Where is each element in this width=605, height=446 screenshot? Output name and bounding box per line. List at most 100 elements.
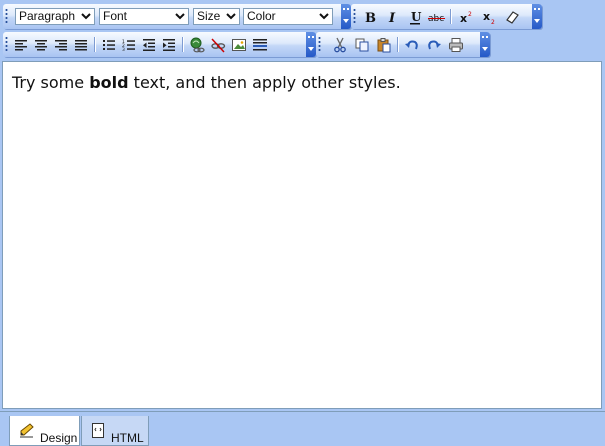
toolbar-overflow-button[interactable] (341, 4, 351, 29)
print-button[interactable] (446, 35, 466, 54)
toolbar-grip[interactable] (318, 36, 321, 53)
indent-button[interactable] (159, 35, 179, 54)
align-left-button[interactable] (11, 35, 31, 54)
redo-icon (428, 40, 441, 49)
editor-text[interactable]: Try some bold text, and then apply other… (12, 73, 401, 92)
paragraph-format-select[interactable]: Paragraph (15, 8, 95, 25)
bullet-list-icon (103, 39, 115, 50)
design-pencil-icon (20, 423, 34, 438)
underline-button[interactable]: U (405, 7, 425, 26)
toolbar-separator (94, 37, 96, 52)
tab-html-label: HTML (111, 431, 144, 445)
toolbar-separator (182, 37, 184, 52)
horizontal-rule-button[interactable] (250, 35, 270, 54)
unlink-icon (211, 37, 226, 53)
numbered-list-button[interactable]: 123 (119, 35, 139, 54)
chevron-down-icon (81, 13, 91, 20)
size-select[interactable]: Size (193, 8, 240, 25)
svg-text:2: 2 (468, 11, 472, 18)
align-right-button[interactable] (51, 35, 71, 54)
mode-tab-bar: Design HTML (0, 411, 605, 446)
tab-design[interactable]: Design (9, 416, 80, 446)
indent-icon (163, 38, 175, 51)
toolbar-overflow-button[interactable] (480, 32, 490, 57)
align-left-icon (15, 39, 27, 50)
svg-text:x: x (460, 12, 467, 25)
toolbar-separator (397, 37, 399, 52)
italic-icon: I (388, 11, 396, 25)
tab-design-label: Design (40, 431, 78, 445)
superscript-icon: x2 (460, 11, 472, 25)
svg-text:2: 2 (491, 19, 495, 25)
bullet-list-button[interactable] (99, 35, 119, 54)
editor-content-area[interactable]: Try some bold text, and then apply other… (2, 61, 602, 409)
underline-icon: U (410, 10, 422, 24)
undo-icon (405, 40, 418, 49)
chevron-down-icon (175, 13, 185, 20)
size-value: Size (197, 9, 221, 23)
tab-html[interactable]: HTML (81, 416, 149, 446)
horizontal-rule-icon (253, 38, 267, 50)
paragraph-format-value: Paragraph (19, 9, 76, 23)
svg-text:x: x (483, 10, 490, 23)
plain-text: text, and then apply other styles. (128, 73, 401, 92)
rich-text-editor: Paragraph Font Size Color B I U abc x 2 … (0, 0, 605, 446)
justify-button[interactable] (71, 35, 91, 54)
font-value: Font (103, 9, 128, 23)
svg-text:B: B (365, 11, 376, 25)
font-select[interactable]: Font (99, 8, 189, 25)
print-icon (449, 37, 463, 52)
toolbar-overflow-button[interactable] (532, 4, 542, 29)
toolbar-grip[interactable] (5, 8, 8, 25)
remove-format-button[interactable] (502, 7, 522, 26)
unlink-button[interactable] (208, 35, 228, 54)
insert-link-button[interactable] (187, 35, 207, 54)
color-value: Color (247, 9, 276, 23)
paste-icon (377, 37, 391, 52)
subscript-icon: x2 (483, 10, 495, 25)
numbered-list-icon: 123 (122, 39, 135, 52)
outdent-button[interactable] (139, 35, 159, 54)
bold-button[interactable]: B (359, 7, 379, 26)
toolbar-row-2: 123 (0, 32, 605, 60)
svg-text:3: 3 (122, 47, 125, 52)
chevron-down-icon (226, 13, 236, 20)
plain-text: Try some (12, 73, 90, 92)
html-document-icon (92, 423, 104, 438)
bold-icon: B (365, 11, 376, 25)
svg-text:U: U (411, 10, 422, 24)
align-right-icon (55, 39, 67, 50)
undo-button[interactable] (402, 35, 422, 54)
cut-icon (334, 37, 346, 52)
align-center-button[interactable] (31, 35, 51, 54)
toolbar-overflow-button[interactable] (306, 32, 316, 57)
cut-button[interactable] (330, 35, 350, 54)
text-style-toolbar: B I U abc x2 x2 (351, 4, 542, 29)
chevron-down-icon (319, 13, 329, 20)
outdent-icon (143, 38, 155, 51)
strikethrough-button[interactable]: abc (427, 7, 447, 26)
redo-button[interactable] (424, 35, 444, 54)
toolbar-separator (450, 9, 452, 24)
bold-text: bold (89, 73, 129, 92)
align-center-icon (35, 39, 47, 50)
copy-icon (355, 38, 369, 51)
eraser-icon (506, 10, 519, 24)
toolbar-grip[interactable] (353, 8, 356, 25)
copy-button[interactable] (352, 35, 372, 54)
color-select[interactable]: Color (243, 8, 333, 25)
insert-image-button[interactable] (229, 35, 249, 54)
svg-text:I: I (388, 11, 396, 25)
link-icon (190, 37, 205, 52)
paste-button[interactable] (374, 35, 394, 54)
edit-toolbar (316, 32, 490, 57)
justify-icon (75, 39, 87, 50)
italic-button[interactable]: I (382, 7, 402, 26)
toolbar-grip[interactable] (5, 36, 8, 53)
toolbar-row-1: Paragraph Font Size Color B I U abc x 2 … (0, 4, 605, 32)
image-icon (232, 38, 246, 51)
subscript-button[interactable]: x2 (479, 7, 499, 26)
format-toolbar: Paragraph Font Size Color (3, 4, 351, 29)
strikethrough-icon: abc (428, 14, 445, 24)
superscript-button[interactable]: x2 (456, 7, 476, 26)
